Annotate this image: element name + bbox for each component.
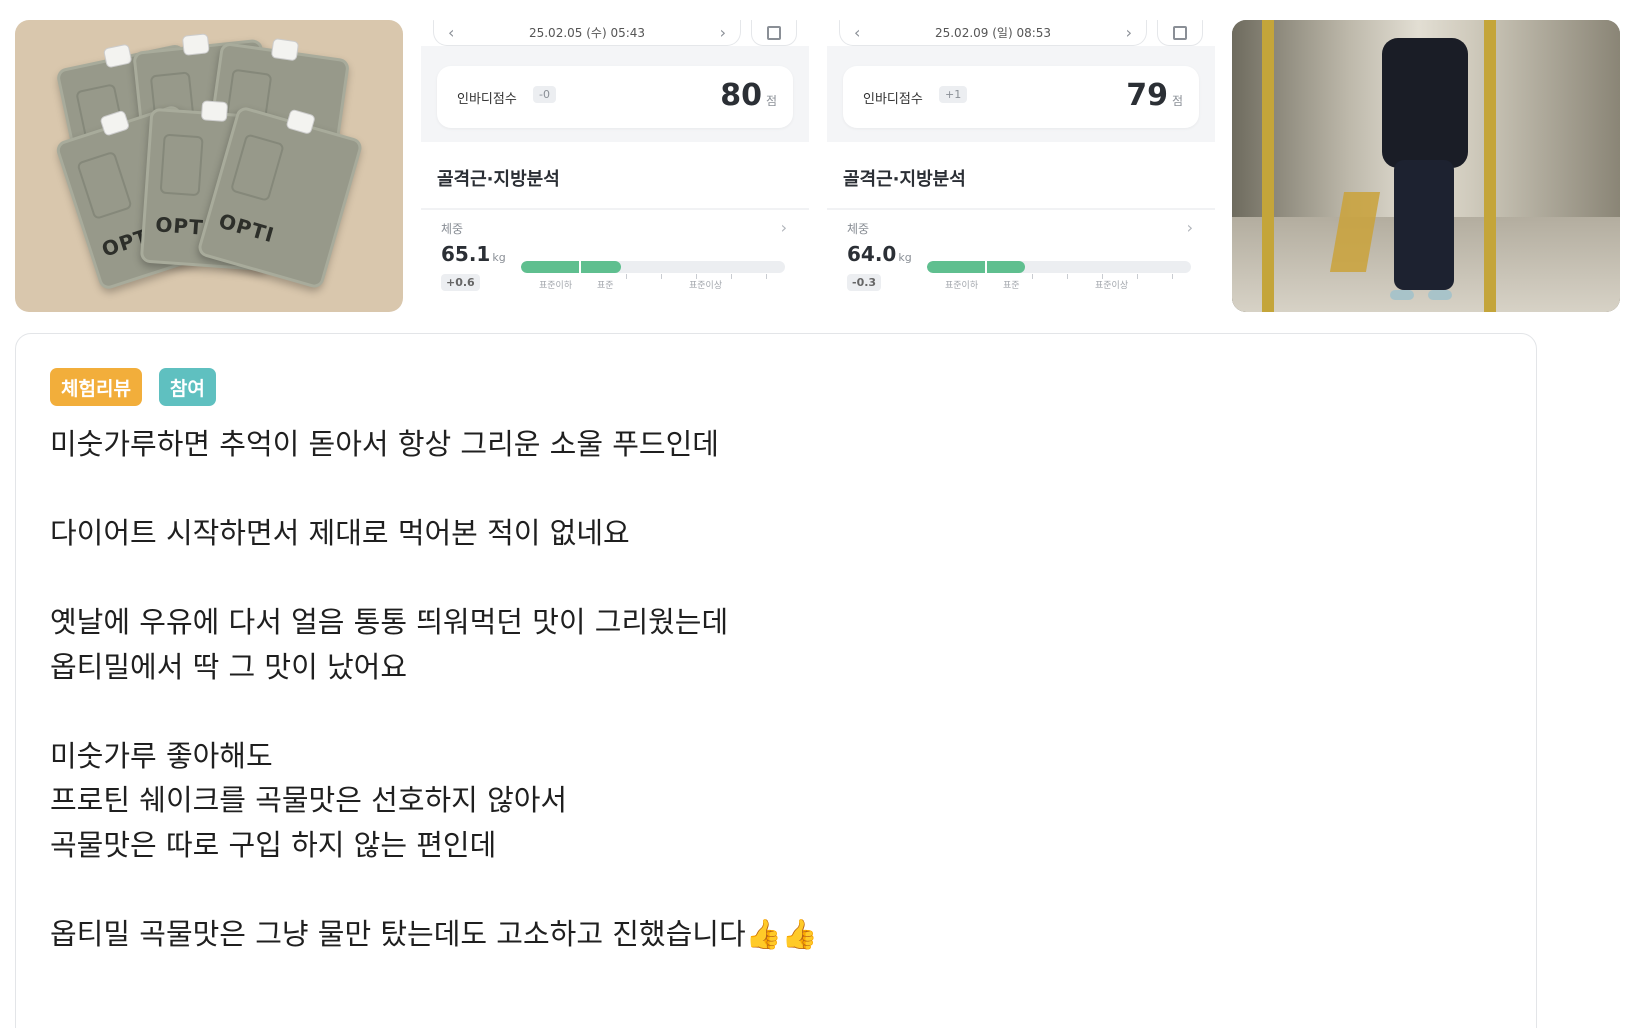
review-line: 미숫가루 좋아해도: [50, 738, 273, 773]
review-card: 체험리뷰 참여 미숫가루하면 추억이 돋아서 항상 그리운 소울 푸드인데 다이…: [15, 333, 1537, 1028]
range-low-label: 표준이하: [539, 281, 573, 291]
person-legs: [1394, 160, 1454, 290]
review-line: [50, 556, 818, 601]
chevron-right-icon: ›: [780, 218, 787, 237]
score-value: 80 점: [720, 78, 777, 113]
weight-delta: -0.3: [847, 274, 882, 291]
mirror-frame: [1262, 20, 1274, 312]
review-photo-gallery: OPTI OPTI OPTI ‹ 25.02.05 (수) 05:43 › 인바…: [15, 20, 1620, 312]
review-line: 옵티밀에서 딱 그 맛이 났어요: [50, 649, 408, 684]
gallery-photo-inbody-2[interactable]: ‹ 25.02.09 (일) 08:53 › 인바디점수 +1 79 점 골격근·…: [827, 20, 1215, 312]
inbody-score-card: 인바디점수 -0 80 점: [437, 66, 793, 128]
shoe: [1390, 290, 1414, 300]
range-high-label: 표준이상: [1095, 281, 1129, 291]
badge-participation: 참여: [158, 368, 216, 406]
range-ticks: [521, 270, 785, 279]
range-low-label: 표준이하: [945, 281, 979, 291]
review-line: 다이어트 시작하면서 제대로 먹어본 적이 없네요: [50, 516, 630, 550]
weight-label: 체중: [441, 222, 464, 236]
trash-icon: [751, 20, 797, 46]
review-body: 미숫가루하면 추억이 돋아서 항상 그리운 소울 푸드인데 다이어트 시작하면서…: [50, 422, 818, 956]
measure-date: 25.02.09 (일) 08:53: [934, 26, 1052, 40]
review-badges: 체험리뷰 참여: [50, 368, 216, 406]
chevron-right-icon: ›: [719, 23, 726, 42]
date-navigator: ‹ 25.02.05 (수) 05:43 ›: [433, 20, 797, 46]
gallery-photo-mirror-selfie[interactable]: [1232, 20, 1620, 312]
review-line: 프로틴 쉐이크를 곡물맛은 선호하지 않아서: [50, 783, 568, 817]
section-title: 골격근·지방분석: [843, 169, 966, 190]
measure-date: 25.02.05 (수) 05:43: [528, 26, 646, 40]
range-mid-label: 표준: [1003, 281, 1020, 291]
section-title: 골격근·지방분석: [437, 169, 560, 190]
chevron-left-icon: ‹: [854, 23, 861, 42]
weight-value: 65.1 kg: [441, 242, 506, 266]
review-line: 옵티밀 곡물맛은 그냥 물만 탔는데도 고소하고 진했습니다👍👍: [50, 916, 818, 951]
range-high-label: 표준이상: [689, 281, 723, 291]
mirror-frame: [1484, 20, 1496, 312]
person-figure: [1382, 38, 1468, 168]
weight-value: 64.0 kg: [847, 242, 912, 266]
range-mid-label: 표준: [597, 281, 614, 291]
date-navigator: ‹ 25.02.09 (일) 08:53 ›: [839, 20, 1203, 46]
inbody-score-card: 인바디점수 +1 79 점: [843, 66, 1199, 128]
review-line: [50, 467, 818, 512]
shoe: [1428, 290, 1452, 300]
gallery-photo-inbody-1[interactable]: ‹ 25.02.05 (수) 05:43 › 인바디점수 -0 80 점 골격근·…: [421, 20, 809, 312]
score-label: 인바디점수: [863, 92, 923, 107]
chevron-right-icon: ›: [1125, 23, 1132, 42]
review-line: 곡물맛은 따로 구입 하지 않는 편인데: [50, 827, 497, 862]
review-line: [50, 689, 818, 734]
weight-delta: +0.6: [441, 274, 480, 291]
review-line: 옛날에 우유에 다서 얼음 통통 띄워먹던 맛이 그리웠는데: [50, 605, 729, 639]
chevron-left-icon: ‹: [448, 23, 455, 42]
trash-icon: [1157, 20, 1203, 46]
score-value: 79 점: [1126, 78, 1183, 113]
review-line: [50, 867, 818, 912]
gallery-photo-product[interactable]: OPTI OPTI OPTI: [15, 20, 403, 312]
chevron-right-icon: ›: [1186, 218, 1193, 237]
range-ticks: [927, 270, 1191, 279]
score-label: 인바디점수: [457, 92, 517, 107]
review-line: 미숫가루하면 추억이 돋아서 항상 그리운 소울 푸드인데: [50, 427, 719, 461]
badge-experience-review: 체험리뷰: [50, 368, 142, 406]
weight-label: 체중: [847, 222, 870, 236]
score-delta: +1: [939, 86, 968, 103]
score-delta: -0: [533, 86, 556, 103]
